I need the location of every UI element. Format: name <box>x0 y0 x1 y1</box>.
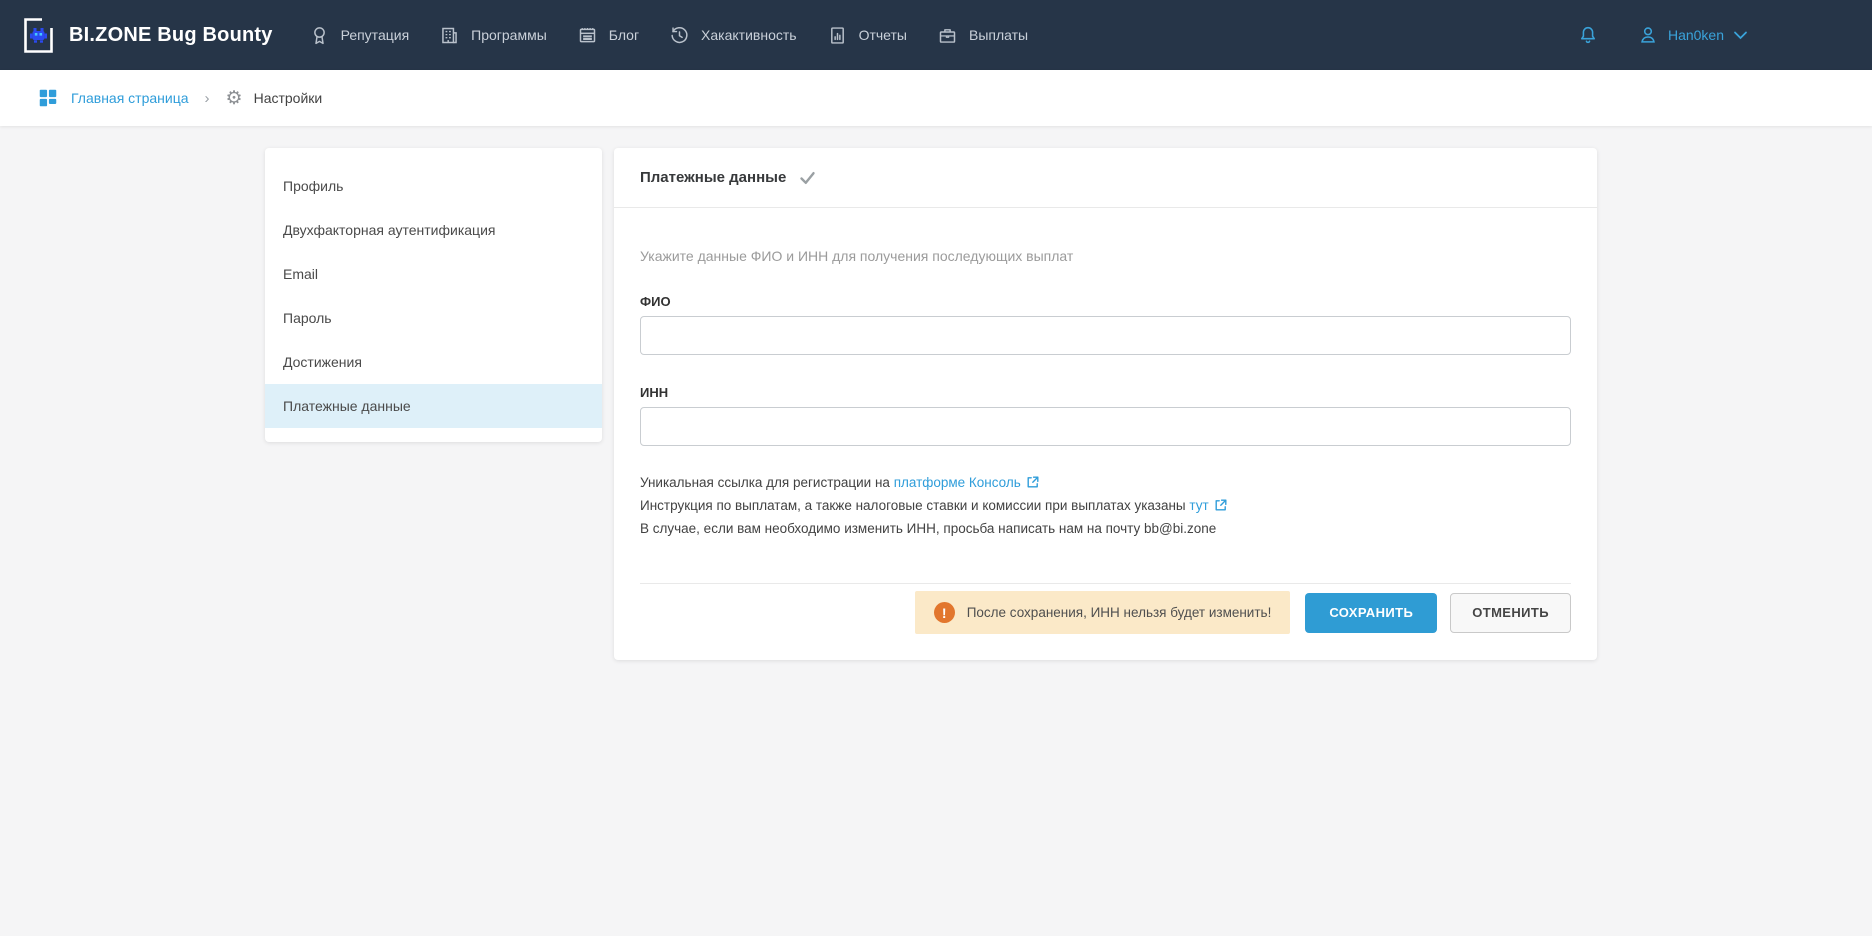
medal-icon <box>309 25 330 46</box>
chevron-down-icon <box>1733 30 1748 40</box>
history-clock-icon <box>669 25 690 46</box>
note-line-2: Инструкция по выплатам, а также налоговы… <box>640 495 1571 518</box>
blog-icon <box>577 25 598 46</box>
username: Han0ken <box>1668 27 1724 43</box>
bizone-bug-logo-icon <box>20 15 57 56</box>
nav-item-blog[interactable]: Блог <box>577 25 639 46</box>
breadcrumb-current: ⚙ Настройки <box>226 89 323 108</box>
note-2-text: Инструкция по выплатам, а также налоговы… <box>640 498 1189 513</box>
footer-divider <box>640 583 1571 584</box>
user-person-icon <box>1637 24 1659 46</box>
panel-header: Платежные данные <box>614 148 1597 208</box>
brand-title: BI.ZONE Bug Bounty <box>69 24 273 47</box>
breadcrumb-separator: › <box>205 90 210 107</box>
nav-label: Программы <box>471 27 547 43</box>
dashboard-grid-icon <box>37 87 59 109</box>
building-icon <box>439 25 460 46</box>
gear-icon: ⚙ <box>226 89 243 108</box>
sidebar-item-profile[interactable]: Профиль <box>265 164 602 208</box>
payout-instructions-link[interactable]: тут <box>1189 498 1208 513</box>
nav-item-reputation[interactable]: Репутация <box>309 25 410 46</box>
sidebar-item-email[interactable]: Email <box>265 252 602 296</box>
notes-block: Уникальная ссылка для регистрации на пла… <box>640 472 1571 539</box>
user-menu[interactable]: Han0ken <box>1637 24 1748 46</box>
payment-data-panel: Платежные данные Укажите данные ФИО и ИН… <box>614 148 1597 660</box>
fio-input[interactable] <box>640 316 1571 355</box>
notifications-bell-icon[interactable] <box>1577 24 1599 47</box>
breadcrumb: Главная страница › ⚙ Настройки <box>0 70 1872 126</box>
external-link-icon <box>1214 497 1228 518</box>
brand-logo[interactable]: BI.ZONE Bug Bounty <box>20 15 273 56</box>
breadcrumb-current-label: Настройки <box>254 90 323 106</box>
external-link-icon <box>1026 474 1040 495</box>
sidebar-item-2fa[interactable]: Двухфакторная аутентификация <box>265 208 602 252</box>
breadcrumb-home-label: Главная страница <box>71 90 189 106</box>
checkmark-icon <box>799 170 816 186</box>
settings-sidebar: Профиль Двухфакторная аутентификация Ema… <box>265 148 602 442</box>
nav-item-reports[interactable]: Отчеты <box>827 25 907 46</box>
warning-text: После сохранения, ИНН нельзя будет измен… <box>967 605 1272 620</box>
page-title: Платежные данные <box>640 169 786 186</box>
cancel-button[interactable]: ОТМЕНИТЬ <box>1450 593 1571 633</box>
nav-item-payouts[interactable]: Выплаты <box>937 25 1028 46</box>
nav-label: Хакактивность <box>701 27 797 43</box>
breadcrumb-home-link[interactable]: Главная страница <box>37 87 189 109</box>
sidebar-item-payment-data[interactable]: Платежные данные <box>265 384 602 428</box>
footer-actions: ! После сохранения, ИНН нельзя будет изм… <box>640 591 1571 634</box>
sidebar-item-achievements[interactable]: Достижения <box>265 340 602 384</box>
nav-item-programs[interactable]: Программы <box>439 25 547 46</box>
note-1-text: Уникальная ссылка для регистрации на <box>640 475 894 490</box>
note-line-3: В случае, если вам необходимо изменить И… <box>640 518 1571 539</box>
sidebar-item-password[interactable]: Пароль <box>265 296 602 340</box>
inn-label: ИНН <box>640 385 1571 400</box>
console-platform-link[interactable]: платформе Консоль <box>894 475 1021 490</box>
save-button[interactable]: СОХРАНИТЬ <box>1305 593 1437 633</box>
navbar-right: Han0ken <box>1577 24 1748 47</box>
note-line-1: Уникальная ссылка для регистрации на пла… <box>640 472 1571 495</box>
settings-page: BI.ZONE Bug Bounty Репутация <box>0 0 1872 936</box>
fio-label: ФИО <box>640 294 1571 309</box>
nav-label: Блог <box>609 27 639 43</box>
inn-warning-banner: ! После сохранения, ИНН нельзя будет изм… <box>915 591 1291 634</box>
main-menu: Репутация Программы <box>309 25 1059 46</box>
top-navbar: BI.ZONE Bug Bounty Репутация <box>0 0 1872 70</box>
nav-label: Репутация <box>341 27 410 43</box>
report-document-icon <box>827 25 848 46</box>
briefcase-icon <box>937 25 958 46</box>
nav-label: Отчеты <box>859 27 907 43</box>
panel-body: Укажите данные ФИО и ИНН для получения п… <box>614 208 1597 660</box>
inn-input[interactable] <box>640 407 1571 446</box>
nav-label: Выплаты <box>969 27 1028 43</box>
warning-exclamation-icon: ! <box>934 602 955 623</box>
form-description: Укажите данные ФИО и ИНН для получения п… <box>640 248 1571 264</box>
nav-item-hackactivity[interactable]: Хакактивность <box>669 25 797 46</box>
